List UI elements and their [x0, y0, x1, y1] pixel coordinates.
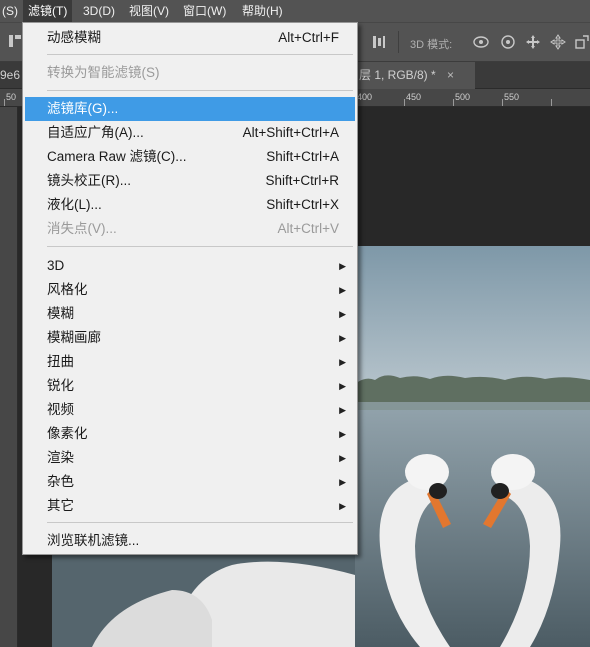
tab-previous-document[interactable]: 9e6	[0, 62, 20, 89]
filter-dropdown-menu: 动感模糊 Alt+Ctrl+F 转换为智能滤镜(S) 滤镜库(G)... 自适应…	[22, 22, 358, 555]
menu-item-camera-raw[interactable]: Camera Raw 滤镜(C)... Shift+Ctrl+A	[25, 145, 355, 169]
menu-item-adaptive-wide-angle[interactable]: 自适应广角(A)... Alt+Shift+Ctrl+A	[25, 121, 355, 145]
submenu-arrow-icon: ▶	[339, 477, 346, 487]
ruler-tick	[453, 99, 454, 106]
menu-item-3d[interactable]: 3D ▶	[25, 254, 355, 278]
3d-roll-icon[interactable]	[500, 34, 516, 53]
ruler-tick	[551, 99, 552, 106]
3d-pan-icon[interactable]	[525, 34, 541, 53]
tool-preset-icon[interactable]	[8, 33, 22, 52]
menu-3d[interactable]: 3D(D)	[83, 0, 115, 22]
submenu-arrow-icon: ▶	[339, 357, 346, 367]
submenu-arrow-icon: ▶	[339, 285, 346, 295]
document-image-left-part[interactable]	[52, 550, 355, 647]
menu-separator	[47, 90, 353, 91]
options-divider	[398, 31, 399, 53]
shortcut-label: Alt+Ctrl+V	[277, 221, 339, 236]
menu-item-blur-gallery[interactable]: 模糊画廊 ▶	[25, 326, 355, 350]
menu-item-sharpen[interactable]: 锐化 ▶	[25, 374, 355, 398]
close-icon[interactable]: ×	[447, 68, 454, 82]
menu-item-motion-blur[interactable]: 动感模糊 Alt+Ctrl+F	[25, 26, 355, 50]
shortcut-label: Alt+Ctrl+F	[278, 30, 339, 45]
submenu-arrow-icon: ▶	[339, 429, 346, 439]
submenu-arrow-icon: ▶	[339, 309, 346, 319]
menu-item-other[interactable]: 其它 ▶	[25, 494, 355, 518]
vertical-ruler	[0, 107, 18, 647]
document-image[interactable]	[355, 246, 590, 647]
menu-separator	[47, 522, 353, 523]
menu-item-video[interactable]: 视频 ▶	[25, 398, 355, 422]
ruler-label: 550	[504, 92, 520, 102]
menu-item-distort[interactable]: 扭曲 ▶	[25, 350, 355, 374]
menu-item-filter-gallery[interactable]: 滤镜库(G)...	[25, 97, 355, 121]
menu-item-pixelate[interactable]: 像素化 ▶	[25, 422, 355, 446]
ruler-label: 500	[455, 92, 471, 102]
menu-item-blur[interactable]: 模糊 ▶	[25, 302, 355, 326]
menu-help[interactable]: 帮助(H)	[242, 0, 283, 22]
shortcut-label: Shift+Ctrl+X	[266, 197, 339, 212]
menu-separator	[47, 54, 353, 55]
ruler-label: 450	[406, 92, 422, 102]
menu-item-convert-smart-filter: 转换为智能滤镜(S)	[47, 65, 160, 80]
shortcut-label: Alt+Shift+Ctrl+A	[242, 125, 339, 140]
3d-mode-label: 3D 模式:	[410, 39, 453, 51]
3d-scale-icon[interactable]	[574, 34, 590, 53]
menu-select[interactable]: (S)	[2, 0, 18, 22]
ruler-tick	[404, 99, 405, 106]
menu-view[interactable]: 视图(V)	[129, 0, 169, 22]
menu-filter[interactable]: 滤镜(T)	[23, 0, 73, 22]
submenu-arrow-icon: ▶	[339, 453, 346, 463]
ruler-tick	[502, 99, 503, 106]
menu-item-liquify[interactable]: 液化(L)... Shift+Ctrl+X	[25, 193, 355, 217]
menu-bar: (S) 滤镜(T) 3D(D) 视图(V) 窗口(W) 帮助(H)	[0, 0, 590, 22]
submenu-arrow-icon: ▶	[339, 261, 346, 271]
submenu-arrow-icon: ▶	[339, 501, 346, 511]
shortcut-label: Shift+Ctrl+A	[266, 149, 339, 164]
ruler-label: 50	[6, 92, 17, 102]
distribute-icon[interactable]	[372, 35, 386, 52]
menu-item-browse-online-filters[interactable]: 浏览联机滤镜...	[25, 529, 355, 553]
shortcut-label: Shift+Ctrl+R	[265, 173, 339, 188]
menu-item-lens-correction[interactable]: 镜头校正(R)... Shift+Ctrl+R	[25, 169, 355, 193]
3d-orbit-icon[interactable]	[472, 34, 490, 53]
submenu-arrow-icon: ▶	[339, 333, 346, 343]
ruler-label: 400	[357, 92, 373, 102]
menu-item-render[interactable]: 渲染 ▶	[25, 446, 355, 470]
ruler-tick	[4, 99, 5, 106]
submenu-arrow-icon: ▶	[339, 405, 346, 415]
menu-item-vanishing-point: 消失点(V)... Alt+Ctrl+V	[25, 217, 355, 241]
3d-slide-icon[interactable]	[549, 34, 567, 53]
submenu-arrow-icon: ▶	[339, 381, 346, 391]
menu-separator	[47, 246, 353, 247]
menu-window[interactable]: 窗口(W)	[183, 0, 226, 22]
menu-item-stylize[interactable]: 风格化 ▶	[25, 278, 355, 302]
menu-item-noise[interactable]: 杂色 ▶	[25, 470, 355, 494]
